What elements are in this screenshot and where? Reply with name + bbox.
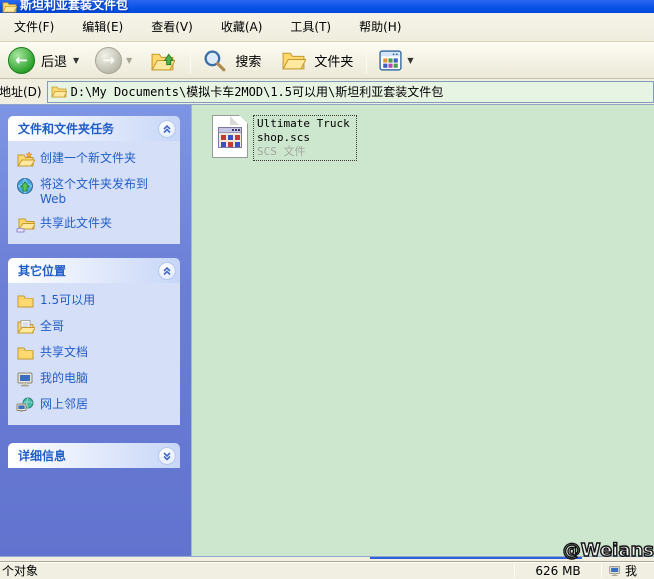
views-dropdown-icon[interactable]: ▼ bbox=[407, 56, 413, 65]
panel-title: 文件和文件夹任务 bbox=[18, 122, 115, 136]
search-icon bbox=[204, 50, 226, 71]
unknown-file-icon bbox=[212, 115, 248, 158]
menu-help[interactable]: 帮助(H) bbox=[345, 13, 415, 41]
place-my-computer[interactable]: 我的电脑 bbox=[16, 371, 174, 388]
back-label: 后退 bbox=[41, 54, 68, 70]
new-folder-icon bbox=[17, 151, 35, 167]
page-fold-shade bbox=[230, 116, 239, 125]
address-bar: 地址(D) D:\My Documents\模拟卡车2MOD\1.5可以用\斯坦… bbox=[0, 79, 654, 105]
blue-line-artifact bbox=[370, 557, 582, 559]
place-network-places[interactable]: 网上邻居 bbox=[16, 397, 174, 414]
views-button[interactable]: ▼ bbox=[373, 44, 418, 77]
address-label: 地址(D) bbox=[0, 85, 42, 99]
task-create-new-folder[interactable]: 创建一个新文件夹 bbox=[16, 151, 174, 168]
expand-button[interactable] bbox=[158, 446, 176, 465]
back-dropdown-icon[interactable]: ▼ bbox=[73, 56, 79, 65]
folder-icon bbox=[17, 295, 34, 308]
panel-body: 创建一个新文件夹 将这个文件夹发布到 Web 共享此文件夹 bbox=[8, 141, 180, 244]
panel-file-folder-tasks-header[interactable]: 文件和文件夹任务 bbox=[8, 116, 180, 141]
file-type: SCS 文件 bbox=[257, 145, 306, 158]
menu-edit[interactable]: 编辑(E) bbox=[68, 13, 137, 41]
forward-dropdown-icon: ▼ bbox=[126, 55, 133, 65]
publish-web-icon bbox=[17, 178, 33, 194]
place-label: 全哥 bbox=[40, 319, 65, 333]
place-shared-documents[interactable]: 共享文档 bbox=[16, 345, 174, 362]
place-label: 共享文档 bbox=[40, 345, 89, 359]
toolbar-separator bbox=[366, 46, 368, 74]
up-folder-icon bbox=[151, 52, 176, 70]
double-chevron-down-icon bbox=[163, 451, 171, 461]
task-publish-to-web[interactable]: 将这个文件夹发布到 Web bbox=[16, 177, 174, 207]
task-label: 将这个文件夹发布到 Web bbox=[40, 177, 149, 206]
folders-button[interactable]: 文件夹 bbox=[276, 44, 360, 77]
explorer-window: 斯坦利亚套装文件包 文件(F) 编辑(E) 查看(V) 收藏(A) 工具(T) … bbox=[0, 0, 654, 579]
search-label: 搜索 bbox=[235, 54, 262, 70]
documents-folder-icon bbox=[17, 320, 35, 334]
menu-tools[interactable]: 工具(T) bbox=[276, 13, 345, 41]
place-quan-ge[interactable]: 全哥 bbox=[16, 319, 174, 336]
file-item-ultimate-truck-shop[interactable]: Ultimate Truck shop.scs SCS 文件 bbox=[212, 115, 357, 161]
place-15-usable[interactable]: 1.5可以用 bbox=[16, 293, 174, 310]
collapse-button[interactable] bbox=[158, 261, 176, 280]
folder-icon bbox=[50, 86, 67, 98]
my-computer-icon bbox=[609, 565, 620, 576]
status-objects: 个对象 bbox=[2, 564, 39, 578]
task-label: 共享此文件夹 bbox=[40, 216, 113, 230]
views-icon bbox=[379, 49, 403, 71]
mini-window-glyph bbox=[218, 127, 242, 148]
window-title: 斯坦利亚套装文件包 bbox=[20, 0, 129, 12]
folder-icon bbox=[2, 2, 17, 13]
place-label: 我的电脑 bbox=[40, 371, 89, 385]
network-places-icon bbox=[16, 397, 34, 412]
panel-title: 其它位置 bbox=[18, 264, 67, 278]
double-chevron-up-icon bbox=[163, 266, 171, 275]
status-bar: 个对象 626 MB 我 bbox=[0, 561, 654, 579]
toolbar-separator bbox=[190, 46, 192, 74]
double-chevron-up-icon bbox=[163, 124, 171, 133]
folders-icon bbox=[282, 52, 307, 69]
task-pane-sidebar: 文件和文件夹任务 创建一个新文件夹 将这个文件夹发布到 Web 共享此文件夹 其… bbox=[0, 105, 192, 556]
folders-label: 文件夹 bbox=[314, 54, 354, 70]
back-icon: ← bbox=[8, 46, 35, 74]
shared-documents-icon bbox=[17, 347, 34, 360]
back-button[interactable]: ← 后退 ▼ bbox=[5, 44, 84, 77]
address-path: D:\My Documents\模拟卡车2MOD\1.5可以用\斯坦利亚套装文件… bbox=[70, 85, 444, 99]
share-folder-icon bbox=[16, 218, 35, 233]
forward-icon: → bbox=[95, 46, 123, 74]
panel-other-places: 其它位置 1.5可以用 全哥 共享文档 我的电脑 网上邻居 bbox=[8, 258, 180, 425]
up-button[interactable] bbox=[145, 44, 180, 77]
address-input[interactable]: D:\My Documents\模拟卡车2MOD\1.5可以用\斯坦利亚套装文件… bbox=[46, 80, 654, 103]
place-label: 网上邻居 bbox=[40, 397, 89, 411]
panel-title: 详细信息 bbox=[18, 449, 67, 463]
status-location-label: 我 bbox=[625, 564, 638, 578]
main-area: 文件和文件夹任务 创建一个新文件夹 将这个文件夹发布到 Web 共享此文件夹 其… bbox=[0, 105, 654, 556]
my-computer-icon bbox=[17, 372, 33, 387]
menu-file[interactable]: 文件(F) bbox=[0, 13, 68, 41]
menu-bar: 文件(F) 编辑(E) 查看(V) 收藏(A) 工具(T) 帮助(H) bbox=[0, 13, 654, 42]
toolbar: ← 后退 ▼ → ▼ 搜索 文件夹 ▼ bbox=[0, 42, 654, 79]
collapse-button[interactable] bbox=[158, 119, 176, 138]
file-name: Ultimate Truck shop.scs bbox=[257, 117, 350, 144]
file-label[interactable]: Ultimate Truck shop.scs SCS 文件 bbox=[253, 115, 357, 161]
panel-body: 1.5可以用 全哥 共享文档 我的电脑 网上邻居 bbox=[8, 283, 180, 425]
window-bottom-edge bbox=[0, 556, 654, 561]
menu-view[interactable]: 查看(V) bbox=[137, 13, 207, 41]
page-fold bbox=[239, 115, 248, 124]
panel-details: 详细信息 bbox=[8, 443, 180, 468]
panel-other-places-header[interactable]: 其它位置 bbox=[8, 258, 180, 283]
task-label: 创建一个新文件夹 bbox=[40, 151, 137, 165]
status-location: 我 bbox=[602, 562, 654, 579]
panel-details-header[interactable]: 详细信息 bbox=[8, 443, 180, 468]
watermark-text: @Weians bbox=[562, 539, 654, 561]
title-bar: 斯坦利亚套装文件包 bbox=[0, 0, 654, 13]
place-label: 1.5可以用 bbox=[40, 293, 96, 307]
search-button[interactable]: 搜索 bbox=[197, 44, 268, 77]
status-size: 626 MB bbox=[535, 563, 581, 578]
forward-button[interactable]: → ▼ bbox=[92, 44, 137, 77]
task-share-folder[interactable]: 共享此文件夹 bbox=[16, 216, 174, 233]
panel-file-folder-tasks: 文件和文件夹任务 创建一个新文件夹 将这个文件夹发布到 Web 共享此文件夹 bbox=[8, 116, 180, 244]
folder-content-area[interactable]: Ultimate Truck shop.scs SCS 文件 bbox=[192, 105, 654, 556]
menu-favorites[interactable]: 收藏(A) bbox=[207, 13, 277, 41]
